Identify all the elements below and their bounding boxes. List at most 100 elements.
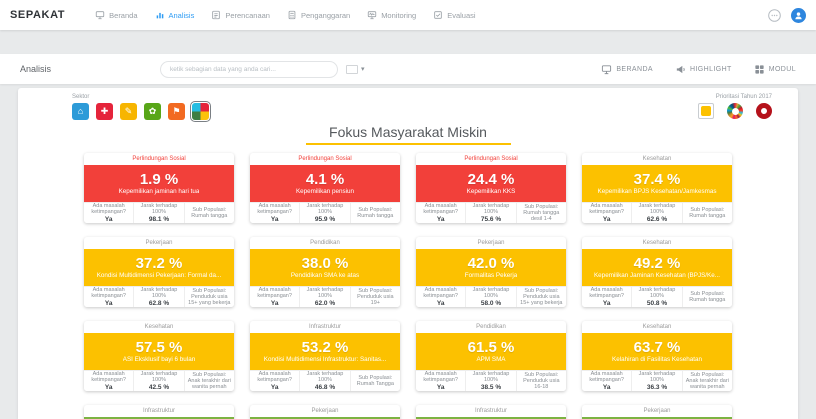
gap-label: Jarak terhadap 100% bbox=[306, 203, 344, 215]
nav-item-penganggaran[interactable]: Penganggaran bbox=[287, 10, 350, 20]
indicator-card[interactable]: Pendidikan 61.5 % APM SMA Ada masalah ketim… bbox=[416, 321, 566, 391]
gap-value: 98.1 % bbox=[148, 215, 170, 223]
card-percent: 57.5 % bbox=[135, 338, 183, 356]
card-indicator-title: Pendidikan SMA ke atas bbox=[290, 271, 360, 279]
indicator-card[interactable]: Perlindungan Sosial 4.1 % Kepemilikan pens… bbox=[250, 153, 400, 223]
gap-label: Jarak terhadap 100% bbox=[140, 287, 178, 299]
sektor-icon-2[interactable]: ✚ bbox=[96, 103, 113, 120]
sektor-icon-3[interactable]: ✎ bbox=[120, 103, 137, 120]
nav-item-analisis[interactable]: Analisis bbox=[155, 10, 195, 20]
nav-item-monitoring[interactable]: Monitoring bbox=[367, 10, 416, 20]
indicator-card[interactable]: Pendidikan 38.0 % Pendidikan SMA ke atas Ad… bbox=[250, 237, 400, 307]
card-footer: Ada masalah ketimpangan? Ya Jarak terhadap… bbox=[582, 286, 732, 307]
highlight-button[interactable]: HIGHLIGHT bbox=[675, 64, 732, 75]
inequality-label: Ada masalah ketimpangan? bbox=[257, 287, 292, 299]
inequality-label: Ada masalah ketimpangan? bbox=[423, 203, 458, 215]
bar-chart-icon bbox=[155, 10, 165, 20]
card-sector-label: Infrastruktur bbox=[474, 408, 507, 414]
inequality-cell: Ada masalah ketimpangan? Ya bbox=[416, 287, 467, 307]
nav-item-label: Perencanaan bbox=[225, 10, 270, 20]
gap-label: Jarak terhadap 100% bbox=[472, 203, 510, 215]
tpb-logo-center bbox=[761, 108, 767, 114]
gap-label: Jarak terhadap 100% bbox=[140, 203, 178, 215]
card-indicator-title: Kepemilikan Jaminan Kesehatan (BPJS/Ke..… bbox=[593, 271, 720, 279]
gap-cell: Jarak terhadap 100% 62.0 % bbox=[300, 287, 351, 307]
nav-item-evaluasi[interactable]: Evaluasi bbox=[433, 10, 476, 20]
action-label: BERANDA bbox=[616, 65, 653, 73]
indicator-card[interactable]: Pekerjaan 37.2 % Kondisi Multidimensi Peke… bbox=[84, 237, 234, 307]
inequality-value: Ya bbox=[602, 299, 611, 307]
indicator-card[interactable]: Perlindungan Sosial 1.9 % Kepemilikan jami… bbox=[84, 153, 234, 223]
indonesia-flag-icon bbox=[346, 64, 358, 74]
indicator-card[interactable]: Kesehatan 57.5 % ASI Eksklusif bayi 6 bula… bbox=[84, 321, 234, 391]
main-nav: Beranda Analisis Perencanaan Penganggara… bbox=[95, 10, 476, 20]
inequality-cell: Ada masalah ketimpangan? Ya bbox=[250, 203, 301, 223]
cards-grid: Perlindungan Sosial 1.9 % Kepemilikan jami… bbox=[84, 153, 732, 419]
indicator-card[interactable]: Infrastruktur bbox=[416, 405, 566, 419]
gap-value: 58.0 % bbox=[480, 299, 502, 307]
gap-cell: Jarak terhadap 100% 95.9 % bbox=[300, 203, 351, 223]
gap-label: Jarak terhadap 100% bbox=[140, 371, 178, 383]
gap-label: Jarak terhadap 100% bbox=[472, 287, 510, 299]
subpopulation-cell: Sub Populasi: Penduduk usia 19+ bbox=[351, 287, 400, 307]
sektor-icon-6[interactable] bbox=[190, 101, 211, 122]
sdg-wheel-icon[interactable] bbox=[727, 103, 743, 119]
nav-item-beranda[interactable]: Beranda bbox=[95, 10, 138, 20]
card-footer: Ada masalah ketimpangan? Ya Jarak terhadap… bbox=[250, 202, 400, 223]
card-value-area: 42.0 % Formalitas Pekerja bbox=[416, 249, 566, 286]
indicator-card[interactable]: Infrastruktur bbox=[84, 405, 234, 419]
card-footer: Ada masalah ketimpangan? Ya Jarak terhadap… bbox=[582, 370, 732, 391]
toolbar: Analisis ▾ BERANDA HIGHLIGHT MODUL bbox=[0, 54, 816, 84]
top-navbar: SEPAKAT Beranda Analisis Perencanaan Pen… bbox=[0, 0, 816, 30]
card-sector-label: Pekerjaan bbox=[311, 408, 339, 414]
beranda-button[interactable]: BERANDA bbox=[601, 64, 653, 75]
action-label: HIGHLIGHT bbox=[690, 65, 732, 73]
subpopulation-text: Sub Populasi: Rumah tangga bbox=[689, 207, 726, 219]
inequality-label: Ada masalah ketimpangan? bbox=[589, 203, 624, 215]
card-footer: Ada masalah ketimpangan? Ya Jarak terhadap… bbox=[84, 286, 234, 307]
sektor-icons: ⌂ ✚ ✎ ✿ ⚑ bbox=[72, 101, 211, 122]
calculator-icon bbox=[287, 10, 297, 20]
subpopulation-cell: Sub Populasi: Rumah tangga bbox=[683, 203, 732, 223]
gap-value: 50.8 % bbox=[646, 299, 668, 307]
nav-item-label: Analisis bbox=[168, 10, 195, 20]
megaphone-icon bbox=[675, 64, 686, 75]
indicator-card[interactable]: Pekerjaan bbox=[250, 405, 400, 419]
nav-item-label: Penganggaran bbox=[300, 10, 351, 20]
card-footer: Ada masalah ketimpangan? Ya Jarak terhadap… bbox=[416, 202, 566, 223]
nav-item-perencanaan[interactable]: Perencanaan bbox=[211, 10, 270, 20]
nav-item-label: Beranda bbox=[109, 10, 138, 20]
card-footer: Ada masalah ketimpangan? Ya Jarak terhadap… bbox=[250, 286, 400, 307]
main-panel: Sektor ⌂ ✚ ✎ ✿ ⚑ Prioritasi Tahun 2017 Fokus… bbox=[18, 88, 798, 419]
sektor-icon-4[interactable]: ✿ bbox=[144, 103, 161, 120]
prioritas-filter-icon[interactable] bbox=[698, 103, 714, 119]
sektor-icon-1[interactable]: ⌂ bbox=[72, 103, 89, 120]
card-indicator-title: Kelahiran di Fasilitas Kesehatan bbox=[612, 355, 702, 363]
inequality-label: Ada masalah ketimpangan? bbox=[257, 371, 292, 383]
prioritas-icons bbox=[698, 103, 772, 119]
card-footer: Ada masalah ketimpangan? Ya Jarak terhadap… bbox=[250, 370, 400, 391]
indicator-card[interactable]: Kesehatan 37.4 % Kepemilikan BPJS Kesehata… bbox=[582, 153, 732, 223]
inequality-value: Ya bbox=[436, 383, 445, 391]
card-percent: 49.2 % bbox=[633, 254, 681, 272]
card-percent: 61.5 % bbox=[467, 338, 515, 356]
sektor-icon-5[interactable]: ⚑ bbox=[168, 103, 185, 120]
indicator-card[interactable]: Pekerjaan 42.0 % Formalitas Pekerja Ada mas… bbox=[416, 237, 566, 307]
indicator-card[interactable]: Kesehatan 63.7 % Kelahiran di Fasilitas Ke… bbox=[582, 321, 732, 391]
toolbar-actions: BERANDA HIGHLIGHT MODUL bbox=[601, 64, 796, 75]
region-flag-selector[interactable]: ▾ bbox=[346, 64, 365, 74]
search-input[interactable] bbox=[160, 60, 338, 78]
indicator-card[interactable]: Kesehatan 49.2 % Kepemilikan Jaminan Keseh… bbox=[582, 237, 732, 307]
subpopulation-text: Sub Populasi: Penduduk usia 15+ yang bek… bbox=[520, 288, 563, 306]
modul-button[interactable]: MODUL bbox=[754, 64, 796, 75]
inequality-value: Ya bbox=[104, 299, 113, 307]
feedback-chat-icon[interactable] bbox=[767, 8, 782, 23]
indicator-card[interactable]: Pekerjaan bbox=[582, 405, 732, 419]
user-avatar[interactable] bbox=[791, 7, 806, 23]
inequality-value: Ya bbox=[602, 215, 611, 223]
indicator-card[interactable]: Infrastruktur 53.2 % Kondisi Multidimensi … bbox=[250, 321, 400, 391]
tpb-logo-icon[interactable] bbox=[756, 103, 772, 119]
inequality-cell: Ada masalah ketimpangan? Ya bbox=[84, 287, 135, 307]
indicator-card[interactable]: Perlindungan Sosial 24.4 % Kepemilikan KKS… bbox=[416, 153, 566, 223]
card-footer: Ada masalah ketimpangan? Ya Jarak terhadap… bbox=[84, 370, 234, 391]
